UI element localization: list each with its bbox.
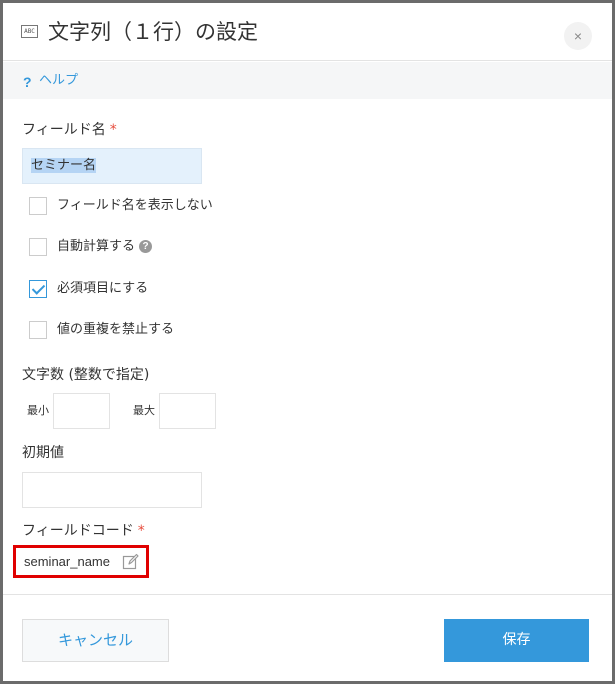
edit-icon[interactable]: [122, 553, 139, 570]
required-mark: *: [137, 523, 145, 539]
checkbox-hide-field-name[interactable]: [29, 197, 47, 215]
dialog-title: 文字列（１行）の設定: [48, 20, 258, 44]
field-settings-dialog: ABC 文字列（１行）の設定 × ? ヘルプ フィールド名 * セミナー名 フィー…: [3, 3, 612, 681]
initial-value-input[interactable]: [22, 472, 202, 508]
field-name-value: セミナー名: [31, 158, 97, 173]
field-name-label: フィールド名 *: [22, 120, 117, 140]
text-field-icon: ABC: [21, 25, 38, 38]
field-code-label: フィールドコード *: [22, 521, 145, 541]
help-bar: ? ヘルプ: [3, 62, 612, 99]
required-mark: *: [109, 122, 117, 138]
save-button[interactable]: 保存: [444, 619, 589, 662]
initial-value-label: 初期値: [22, 445, 64, 461]
min-chars-input[interactable]: [53, 393, 110, 429]
help-link[interactable]: ヘルプ: [39, 72, 78, 90]
checkbox-unique[interactable]: [29, 321, 47, 339]
checkbox-required[interactable]: [29, 280, 47, 298]
char-count-label: 文字数 (整数で指定): [22, 367, 150, 383]
dialog-header: ABC 文字列（１行）の設定 ×: [3, 3, 612, 61]
field-name-label-text: フィールド名: [22, 122, 106, 138]
option-required-label: 必須項目にする: [57, 281, 149, 296]
checkbox-auto-calc[interactable]: [29, 238, 47, 256]
close-button[interactable]: ×: [564, 22, 592, 50]
close-icon: ×: [573, 28, 583, 44]
max-chars-input[interactable]: [159, 393, 216, 429]
option-auto-calc-text: 自動計算する: [57, 239, 136, 254]
option-auto-calc-label: 自動計算する?: [57, 237, 153, 257]
dialog-footer: キャンセル 保存: [3, 594, 612, 681]
field-name-input[interactable]: セミナー名: [22, 148, 202, 184]
option-unique-label: 値の重複を禁止する: [57, 322, 175, 337]
field-code-label-text: フィールドコード: [22, 523, 134, 539]
min-label: 最小: [27, 404, 49, 417]
help-circle-icon[interactable]: ?: [139, 240, 153, 253]
max-label: 最大: [133, 404, 155, 417]
cancel-button[interactable]: キャンセル: [22, 619, 169, 662]
help-question-icon: ?: [23, 74, 32, 90]
field-code-value: seminar_name: [24, 554, 110, 569]
option-hide-field-name-label: フィールド名を表示しない: [57, 198, 213, 213]
field-code-highlight: seminar_name: [13, 545, 149, 578]
